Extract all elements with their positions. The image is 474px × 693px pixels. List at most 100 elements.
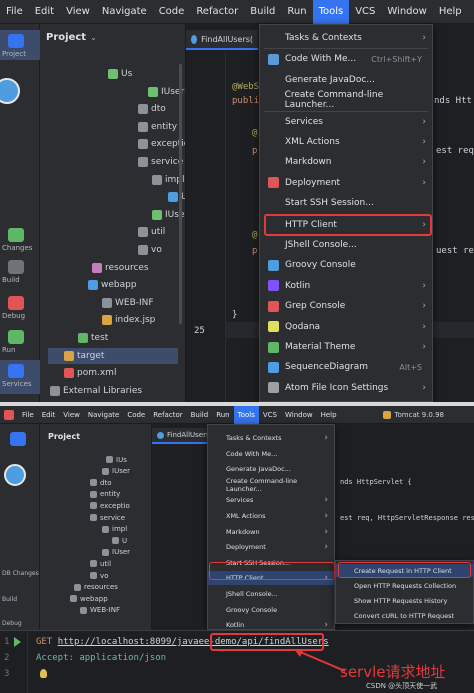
menu-item[interactable]: Start SSH Session... — [260, 194, 432, 212]
avatar[interactable] — [0, 78, 20, 104]
folder-icon — [64, 350, 74, 361]
menu-item[interactable]: Qodana › — [260, 318, 432, 336]
tree-item[interactable]: webapp — [88, 277, 137, 293]
menu-item[interactable]: Deployment › — [208, 540, 334, 554]
menu-item[interactable]: JShell Console... — [208, 587, 334, 601]
tree-item-label: test — [91, 333, 109, 343]
code-line: @ — [252, 230, 258, 240]
tree-item-label: IUseri — [161, 86, 186, 97]
menu-tools[interactable]: Tools — [233, 406, 259, 424]
tree-item[interactable]: service — [138, 154, 183, 170]
menu-file[interactable]: File — [0, 0, 29, 24]
menu-item[interactable]: SequenceDiagram Alt+S — [260, 358, 432, 376]
menu-item[interactable]: Tasks & Contexts › — [260, 29, 432, 47]
menu-run[interactable]: Run — [212, 406, 233, 424]
menu-window[interactable]: Window — [381, 0, 432, 24]
menu-item[interactable]: Services › — [260, 113, 432, 131]
submenu-item[interactable]: Show HTTP Requests History — [336, 594, 473, 607]
submenu-item[interactable]: Open HTTP Requests Collection — [336, 579, 473, 592]
tree-item[interactable]: util — [138, 224, 165, 240]
menu-item[interactable]: Tasks & Contexts › — [208, 431, 334, 445]
menu-item[interactable]: Services › — [208, 493, 334, 507]
tree-item[interactable]: entity — [138, 119, 177, 135]
project-panel-title[interactable]: Project — [48, 432, 80, 441]
tree-item[interactable]: pom.xml — [64, 365, 116, 381]
menu-edit[interactable]: Edit — [29, 0, 60, 24]
tree-item[interactable]: dto — [138, 101, 166, 117]
menu-item-label: Markdown — [285, 157, 332, 168]
side-label-build[interactable]: Build — [0, 596, 17, 603]
menu-navigate[interactable]: Navigate — [84, 406, 123, 424]
code-line-number: 25 — [194, 326, 205, 336]
tree-item[interactable]: U — [168, 189, 185, 205]
menu-item[interactable]: Create Command-line Launcher... — [260, 90, 432, 110]
menu-item[interactable]: Markdown › — [208, 525, 334, 539]
menu-help[interactable]: Help — [433, 0, 468, 24]
menu-item[interactable]: Create Command-line Launcher... — [208, 477, 334, 493]
tool-window-changes[interactable]: Changes — [0, 224, 40, 252]
menu-item[interactable]: Deployment › — [260, 174, 432, 192]
folder-icon[interactable] — [10, 432, 26, 446]
menu-edit[interactable]: Edit — [38, 406, 60, 424]
run-config-selector[interactable]: Tomcat 9.0.98 — [383, 410, 444, 419]
menu-item[interactable]: Markdown › — [260, 153, 432, 171]
tool-window-services[interactable]: Services — [0, 360, 40, 394]
package-icon — [102, 548, 109, 556]
menu-vcs[interactable]: VCS — [259, 406, 281, 424]
resources-icon — [92, 262, 102, 273]
menu-item[interactable]: XML Actions › — [260, 133, 432, 151]
menu-item[interactable]: Kotlin › — [260, 277, 432, 295]
menu-item-label: Tasks & Contexts — [285, 33, 362, 43]
menu-item[interactable]: Groovy Console — [260, 256, 432, 274]
tool-window-project[interactable]: Project — [0, 30, 40, 60]
menu-window[interactable]: Window — [281, 406, 317, 424]
menu-refactor[interactable]: Refactor — [190, 0, 244, 24]
run-request-icon[interactable] — [14, 637, 21, 647]
menu-item[interactable]: JShell Console... — [260, 236, 432, 254]
menu-item[interactable]: Grep Console › — [260, 297, 432, 315]
tree-item[interactable]: target — [48, 347, 178, 364]
bulb-icon[interactable] — [40, 669, 47, 678]
editor-tab[interactable]: FindAllUsers( — [186, 30, 258, 50]
menu-file[interactable]: File — [18, 406, 38, 424]
menu-item[interactable]: XML Actions › — [208, 509, 334, 523]
avatar[interactable] — [4, 464, 26, 486]
menu-help[interactable]: Help — [317, 406, 341, 424]
tree-item[interactable]: vo — [138, 242, 162, 258]
submenu-item[interactable]: Convert cURL to HTTP Request — [336, 609, 473, 622]
menu-tools[interactable]: Tools — [312, 0, 350, 24]
menu-view[interactable]: View — [60, 0, 96, 24]
menu-code[interactable]: Code — [123, 406, 149, 424]
tree-item[interactable]: resources — [92, 260, 149, 276]
menu-navigate[interactable]: Navigate — [96, 0, 153, 24]
menu-item[interactable]: Groovy Console — [208, 603, 334, 617]
interface-icon — [152, 209, 162, 220]
side-label-db-changes[interactable]: DB Changes — [0, 570, 39, 577]
tree-item[interactable]: WEB-INF — [80, 605, 120, 616]
tool-window-debug[interactable]: Debug — [0, 292, 40, 320]
menu-vcs[interactable]: VCS — [349, 0, 381, 24]
menu-code[interactable]: Code — [153, 0, 191, 24]
menu-item[interactable]: Atom File Icon Settings › — [260, 379, 432, 397]
menu-refactor[interactable]: Refactor — [149, 406, 186, 424]
tool-window-build[interactable]: Build — [0, 256, 40, 284]
tree-item[interactable]: Us — [108, 66, 132, 82]
project-panel-header[interactable]: Project ⌄ — [46, 32, 97, 43]
menu-build[interactable]: Build — [244, 0, 281, 24]
tree-scrollbar[interactable] — [179, 64, 182, 324]
side-label-debug[interactable]: Debug — [0, 620, 22, 627]
menu-run[interactable]: Run — [281, 0, 312, 24]
tree-item[interactable]: External Libraries — [50, 383, 142, 399]
tree-item[interactable]: WEB-INF — [102, 295, 154, 311]
menu-item[interactable]: Code With Me... — [208, 447, 334, 461]
menu-build[interactable]: Build — [187, 406, 213, 424]
menu-item[interactable]: Material Theme › — [260, 338, 432, 356]
editor-tab[interactable]: FindAllUsers — [152, 428, 215, 444]
tree-item[interactable]: test — [78, 330, 108, 346]
menu-item[interactable]: Code With Me... Ctrl+Shift+Y — [260, 50, 432, 68]
menu-item[interactable]: Generate JavaDoc... — [260, 71, 432, 89]
tool-window-run[interactable]: Run — [0, 326, 40, 354]
tree-item[interactable]: index.jsp — [102, 312, 155, 328]
menu-view[interactable]: View — [59, 406, 84, 424]
menu-item[interactable]: Generate JavaDoc... — [208, 462, 334, 476]
